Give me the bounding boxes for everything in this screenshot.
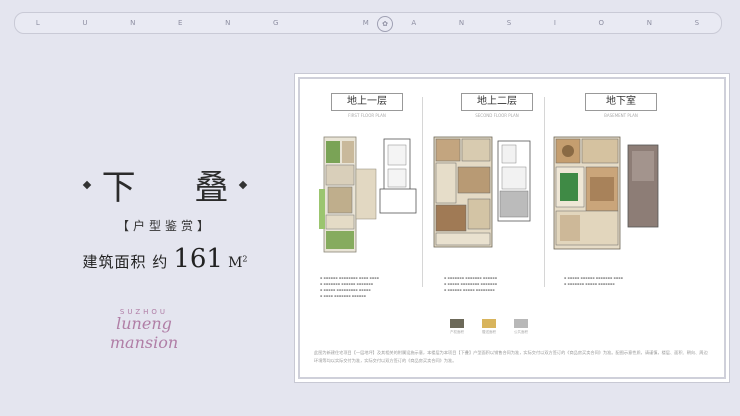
banner-letter: M xyxy=(362,19,370,27)
banner-letter: N xyxy=(130,19,137,27)
column-first-floor: 地上一层 FIRST FLOOR PLAN xyxy=(308,93,426,119)
banner-letter: L xyxy=(35,19,41,27)
column-second-floor: 地上二层 SECOND FLOOR PLAN xyxy=(438,93,556,119)
banner-letter: N xyxy=(225,19,232,27)
basement-plan-image xyxy=(553,136,659,250)
column-basement: 地下室 BASEMENT PLAN xyxy=(562,93,680,119)
banner-letter: O xyxy=(598,19,606,27)
hero-block: 下 叠 【户型鉴赏】 建筑面积 约 161 M2 xyxy=(60,160,270,274)
column-title: 地下室 xyxy=(585,93,657,111)
legend-item: 产权面积 xyxy=(450,319,464,335)
banner-letter: G xyxy=(272,19,280,27)
legend-swatch xyxy=(482,319,496,328)
column-divider xyxy=(422,97,423,287)
page-subtitle: 【户型鉴赏】 xyxy=(116,219,213,233)
banner-letter: U xyxy=(82,19,89,27)
column-title: 地上一层 xyxy=(331,93,403,111)
note-line: ▪ ▪▪▪▪ ▪▪▪▪▪▪▪ ▪▪▪▪▪▪ xyxy=(320,294,367,298)
title-row: 下 叠 xyxy=(60,160,270,209)
banner-letter: S xyxy=(694,19,701,27)
note-line: ▪ ▪▪▪▪▪▪▪ ▪▪▪▪▪ ▪▪▪▪▪▪▪ xyxy=(564,282,615,286)
banner-letter: N xyxy=(458,19,466,27)
disclaimer-text: 此图为新建住宅项目【一层地坪】及其相关的附属设施示意，本楼层为本项目【下叠】户型… xyxy=(314,350,708,363)
page-title: 下 叠 xyxy=(101,168,253,208)
area-line: 建筑面积 约 161 M2 xyxy=(60,244,270,274)
logo-script: luneng mansion xyxy=(109,314,179,352)
diamond-icon xyxy=(82,180,91,189)
legend-swatch xyxy=(514,319,528,328)
column-title: 地上二层 xyxy=(461,93,533,111)
banner-letter: E xyxy=(178,19,184,27)
column-caption: FIRST FLOOR PLAN xyxy=(348,113,386,118)
note-line: ▪ ▪▪▪▪▪▪ ▪▪▪▪▪ ▪▪▪▪▪▪▪▪ xyxy=(444,288,495,292)
basement-notes: ▪ ▪▪▪▪▪ ▪▪▪▪▪▪ ▪▪▪▪▪▪▪ ▪▪▪▪ ▪ ▪▪▪▪▪▪▪ ▪▪… xyxy=(564,275,664,287)
legend-label: 赠送面积 xyxy=(482,330,496,334)
area-value: 161 xyxy=(173,244,223,274)
second-floor-notes: ▪ ▪▪▪▪▪▪▪ ▪▪▪▪▪▪▪ ▪▪▪▪▪▪ ▪ ▪▪▪▪▪ ▪▪▪▪▪▪▪… xyxy=(444,275,540,293)
column-caption: SECOND FLOOR PLAN xyxy=(475,113,519,118)
banner-letter: I xyxy=(553,19,557,27)
emblem-icon: ✿ xyxy=(377,16,393,32)
second-floor-plan-image xyxy=(433,136,531,248)
legend-item: 公共面积 xyxy=(514,319,528,335)
column-divider xyxy=(544,97,545,287)
first-floor-notes: ▪ ▪▪▪▪▪▪ ▪▪▪▪▪▪▪▪ ▪▪▪▪ ▪▪▪▪ ▪ ▪▪▪▪▪▪▪ ▪▪… xyxy=(320,275,420,299)
legend-item: 赠送面积 xyxy=(482,319,496,335)
legend-swatch xyxy=(450,319,464,328)
legend-label: 产权面积 xyxy=(450,330,464,334)
banner-letter: S xyxy=(506,19,513,27)
area-unit-text: M xyxy=(228,255,243,271)
area-unit: M2 xyxy=(228,254,248,271)
area-unit-sup: 2 xyxy=(242,254,248,264)
banner-letter: A xyxy=(411,19,418,27)
legend-label: 公共面积 xyxy=(514,330,528,334)
top-banner: L U N E N G M A N S I O N S ✿ xyxy=(14,12,722,34)
column-caption: BASEMENT PLAN xyxy=(604,113,638,118)
first-floor-plan-image xyxy=(319,136,417,253)
banner-letter: N xyxy=(646,19,653,27)
brand-logo: SUZHOU luneng mansion xyxy=(84,308,204,352)
floorplan-card: 地上一层 FIRST FLOOR PLAN ▪ ▪▪▪▪▪▪ ▪▪▪▪▪▪▪▪ … xyxy=(298,77,726,379)
banner-letters: L U N E N G M A N S I O N S xyxy=(15,13,721,33)
area-label: 建筑面积 约 xyxy=(82,253,169,271)
area-legend: 产权面积 赠送面积 公共面积 xyxy=(450,319,528,335)
